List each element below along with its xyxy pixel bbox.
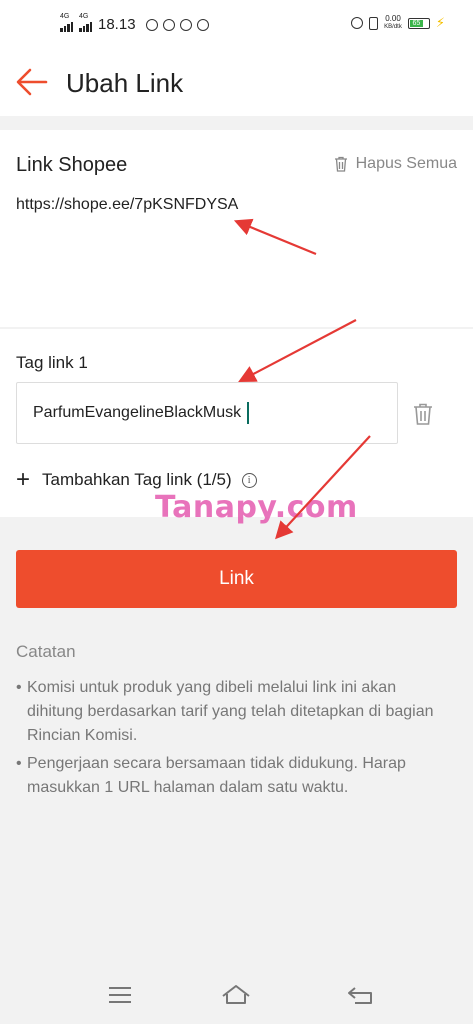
- link-card: Link Shopee Hapus Semua https://shope.ee…: [0, 130, 473, 327]
- watermark: Tanapy.com: [155, 490, 358, 525]
- home-icon[interactable]: [221, 982, 251, 1008]
- signal-icon-2: 4G: [79, 13, 92, 32]
- net-speed-unit: KB/dtk: [384, 24, 402, 30]
- page-title: Ubah Link: [66, 68, 184, 98]
- add-tag-link-button[interactable]: + Tambahkan Tag link (1/5) i: [16, 466, 257, 493]
- status-bar: 4G 4G 18.13 0.00 KB/dtk 65 ⚡: [0, 0, 473, 52]
- battery-icon: 65: [407, 17, 430, 29]
- note-item: Pengerjaan secara bersamaan tidak diduku…: [16, 752, 456, 800]
- trash-icon[interactable]: [412, 402, 434, 426]
- shopee-link-input[interactable]: https://shope.ee/7pKSNFDYSA: [16, 196, 238, 214]
- add-tag-link-label: Tambahkan Tag link (1/5): [42, 470, 232, 489]
- nfc-icon: [196, 18, 209, 31]
- delete-all-label: Hapus Semua: [355, 155, 457, 172]
- signal-icon: 4G: [60, 13, 73, 32]
- system-nav-bar: [0, 964, 473, 1024]
- tag-card: Tag link 1 + Tambahkan Tag link (1/5) i: [0, 329, 473, 517]
- vibrate-icon: [369, 16, 379, 30]
- telegram-icon: [162, 18, 175, 31]
- link-shopee-label: Link Shopee: [16, 154, 128, 176]
- whatsapp-icon: [145, 18, 158, 31]
- menu-icon[interactable]: [105, 982, 135, 1008]
- arrow-left-icon[interactable]: [16, 68, 48, 96]
- net-speed: 0.00: [385, 14, 401, 23]
- tag-link-label: Tag link 1: [16, 353, 88, 372]
- link-button[interactable]: Link: [16, 550, 457, 608]
- text-cursor: [247, 402, 249, 424]
- notes-list: Komisi untuk produk yang dibeli melalui …: [16, 676, 456, 804]
- charging-icon: ⚡: [435, 15, 445, 30]
- plus-icon: +: [16, 466, 31, 493]
- info-icon[interactable]: i: [241, 472, 257, 488]
- tag-link-input[interactable]: [16, 382, 398, 444]
- notes-title: Catatan: [16, 642, 76, 661]
- alarm-icon: [179, 18, 192, 31]
- trash-icon: [334, 156, 347, 172]
- back-icon[interactable]: [345, 982, 375, 1008]
- alarm-status-icon: [351, 17, 364, 29]
- clock-time: 18.13: [98, 16, 136, 33]
- note-item: Komisi untuk produk yang dibeli melalui …: [16, 676, 456, 748]
- delete-all-button[interactable]: Hapus Semua: [334, 155, 457, 173]
- app-bar: Ubah Link: [0, 52, 473, 116]
